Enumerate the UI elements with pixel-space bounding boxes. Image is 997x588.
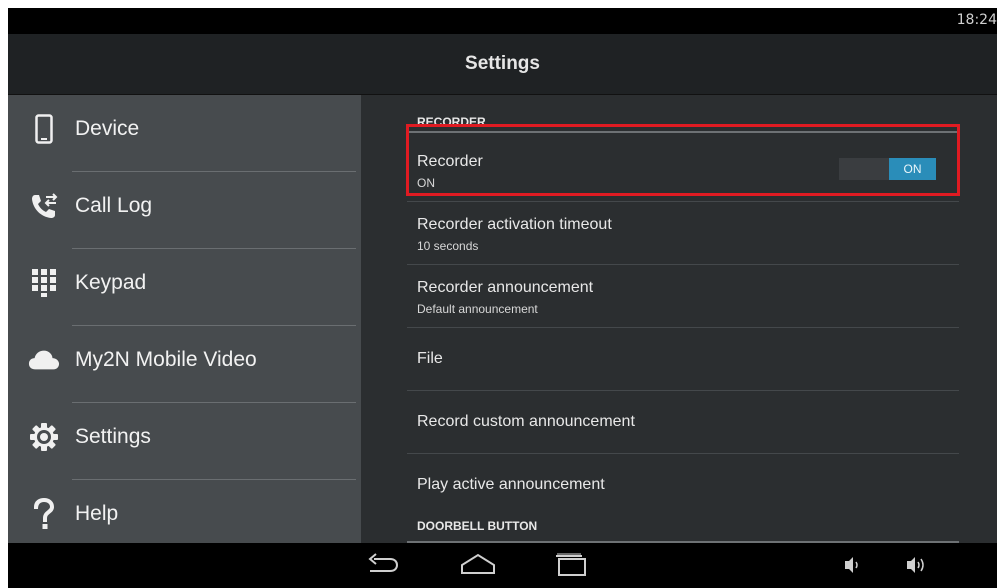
phone-device-icon	[28, 113, 60, 145]
sidebar-item-keypad[interactable]: Keypad	[8, 249, 361, 325]
recorder-activation-timeout-row[interactable]: Recorder activation timeout 10 seconds	[407, 202, 959, 264]
recent-apps-icon[interactable]	[551, 551, 591, 584]
device-screen: 18:24 Settings Device Call Log Keypad My…	[8, 8, 997, 588]
back-icon[interactable]	[364, 551, 400, 584]
sidebar-item-label: My2N Mobile Video	[75, 348, 257, 371]
section-header-doorbell-button: DOORBELL BUTTON	[417, 519, 538, 533]
row-title: Play active announcement	[417, 476, 605, 493]
file-row[interactable]: File	[407, 328, 959, 390]
row-title: File	[417, 350, 443, 367]
gear-icon	[28, 421, 60, 453]
system-navigation-bar	[8, 543, 997, 588]
sidebar-item-device[interactable]: Device	[8, 95, 361, 171]
row-subtitle: 10 seconds	[417, 239, 479, 253]
play-active-announcement-row[interactable]: Play active announcement	[407, 454, 959, 516]
sidebar-item-label: Device	[75, 117, 140, 140]
call-log-icon	[28, 190, 60, 222]
row-subtitle: Default announcement	[417, 302, 538, 316]
volume-up-icon[interactable]	[904, 551, 928, 584]
row-title: Recorder announcement	[417, 279, 594, 296]
page-title: Settings	[465, 53, 540, 74]
sidebar-item-settings[interactable]: Settings	[8, 403, 361, 479]
sidebar-item-my2n-mobile-video[interactable]: My2N Mobile Video	[8, 326, 361, 402]
highlight-box	[406, 124, 960, 196]
cloud-icon	[28, 344, 60, 376]
sidebar-item-label: Help	[75, 502, 119, 525]
volume-down-icon[interactable]	[840, 551, 862, 584]
row-title: Recorder activation timeout	[417, 216, 612, 233]
home-icon[interactable]	[458, 551, 498, 584]
sidebar: Device Call Log Keypad My2N Mobile Video…	[8, 95, 361, 543]
keypad-icon	[28, 267, 60, 299]
row-title: Record custom announcement	[417, 413, 635, 430]
recorder-announcement-row[interactable]: Recorder announcement Default announceme…	[407, 265, 959, 327]
title-bar: Settings	[8, 34, 997, 95]
status-clock: 18:24	[956, 12, 997, 28]
sidebar-item-label: Call Log	[75, 194, 153, 217]
status-bar: 18:24	[8, 8, 997, 34]
sidebar-item-call-log[interactable]: Call Log	[8, 172, 361, 248]
sidebar-item-label: Settings	[75, 425, 151, 448]
sidebar-item-label: Keypad	[75, 271, 147, 294]
question-icon	[28, 498, 60, 530]
record-custom-announcement-row[interactable]: Record custom announcement	[407, 391, 959, 453]
